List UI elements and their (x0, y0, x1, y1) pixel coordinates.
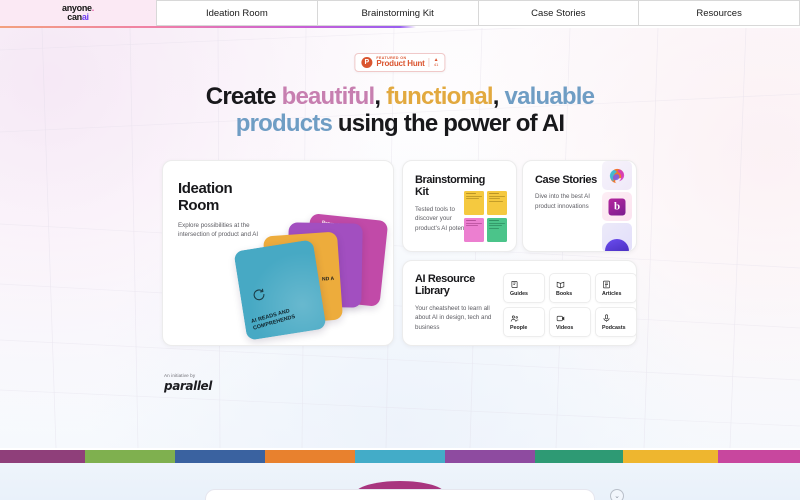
color-band-segment-0 (0, 450, 85, 463)
stack-card-teal: AI READS AND COMPREHENDS (233, 239, 327, 341)
nav-ideation-room[interactable]: Ideation Room (157, 0, 318, 26)
resource-label-books: Books (556, 290, 573, 297)
attribution: An initiative by parallel (164, 373, 212, 393)
card-ai-resource-library[interactable]: AI Resource Library Your cheatsheet to l… (402, 260, 637, 346)
color-band-segment-8 (718, 450, 800, 463)
logo-wordmark: anyone. canai (62, 4, 94, 22)
attribution-prefix: An initiative by (164, 373, 196, 378)
case-stories-title: Case Stories (535, 174, 597, 186)
resource-label-articles: Articles (602, 290, 622, 297)
case-stories-text-block: Case Stories Dive into the best AI produ… (535, 174, 599, 212)
microphone-icon (603, 313, 610, 322)
ideation-card-stack: Prompt ND A AI READS AND COMPREHENDS (232, 201, 393, 345)
resource-tile-podcasts[interactable]: Podcasts (595, 307, 636, 337)
resource-tile-guides[interactable]: Guides (503, 273, 545, 303)
next-section-panel (205, 489, 595, 500)
color-band-segment-3 (265, 450, 355, 463)
product-hunt-icon: P (361, 57, 373, 68)
upvote-count: 41 (433, 62, 439, 68)
stack-label-right: ND A (321, 275, 335, 283)
card-brainstorming-kit[interactable]: Brainstorming Kit Tested tools to discov… (402, 160, 517, 252)
hero-text-rest: using the power of AI (332, 109, 565, 137)
card-case-stories[interactable]: Case Stories Dive into the best AI produ… (522, 160, 637, 252)
brand-logo[interactable]: anyone. canai (0, 0, 156, 26)
color-band-segment-5 (445, 450, 535, 463)
logo-dot: . (91, 3, 95, 13)
resource-text-block: AI Resource Library Your cheatsheet to l… (415, 273, 495, 332)
product-hunt-upvote[interactable]: ▲ 41 (428, 57, 439, 68)
article-document-icon (603, 280, 610, 288)
sticky-notes-art (464, 191, 508, 243)
hero-line-1: Create beautiful, functional, valuable (205, 83, 595, 110)
resource-tile-people[interactable]: People (503, 307, 545, 337)
sticky-note-pink (464, 218, 484, 242)
color-band-segment-6 (535, 450, 623, 463)
scroll-down-icon[interactable]: ⌄ (610, 489, 624, 500)
site-header: anyone. canai Ideation Room Brainstormin… (0, 0, 800, 26)
nav-case-stories[interactable]: Case Stories (478, 0, 640, 26)
nav-resources[interactable]: Resources (639, 0, 800, 26)
color-band-segment-1 (85, 450, 175, 463)
resource-label-people: People (510, 324, 528, 331)
resource-label-videos: Videos (556, 324, 574, 331)
resource-title: AI Resource Library (415, 273, 475, 298)
color-band-segment-7 (623, 450, 718, 463)
sticky-note-yellow-1 (464, 191, 484, 215)
sticky-note-green (487, 218, 507, 242)
case-tile-purple-app (602, 223, 632, 251)
resource-description: Your cheatsheet to learn all about AI in… (415, 304, 492, 331)
primary-nav: Ideation Room Brainstorming Kit Case Sto… (156, 0, 800, 26)
product-hunt-label: Product Hunt (376, 59, 425, 69)
page-title: Create beautiful, functional, valuable p… (0, 83, 800, 138)
card-ideation-room[interactable]: Ideation Room Explore possibilities at t… (162, 160, 394, 346)
logo-text-can: can (67, 12, 82, 22)
hero-line-2: products using the power of AI (235, 109, 565, 137)
resource-tile-books[interactable]: Books (549, 273, 591, 303)
logo-text-ai: ai (81, 12, 89, 22)
case-tile-bing: b (602, 192, 632, 221)
case-tile-copilot (602, 161, 632, 190)
resource-tile-videos[interactable]: Videos (549, 307, 591, 337)
color-band (0, 450, 800, 463)
open-book-icon (556, 281, 565, 288)
hero-word-create: Create (205, 83, 282, 110)
refresh-cycle-icon (253, 288, 265, 301)
logo-line-two: canai (62, 13, 94, 22)
resource-label-podcasts: Podcasts (602, 324, 626, 331)
bing-icon: b (608, 198, 626, 215)
attribution-brand-logo[interactable]: parallel (164, 379, 212, 393)
case-stories-logos: b (600, 161, 636, 251)
resource-label-guides: Guides (510, 290, 528, 297)
hero-comma-1: , (374, 83, 387, 110)
sticky-note-yellow-2 (487, 191, 507, 215)
header-gradient-rule (0, 26, 800, 28)
color-band-segment-2 (175, 450, 265, 463)
resource-tile-articles[interactable]: Articles (595, 273, 636, 303)
case-stories-description: Dive into the best AI product innovation… (535, 193, 591, 210)
video-play-icon (556, 315, 565, 321)
hero-word-products: products (235, 109, 333, 137)
next-section-preview (0, 463, 800, 500)
product-hunt-texts: FEATURED ON Product Hunt (376, 56, 425, 69)
resource-tiles: Guides Books Articles People Videos Podc… (503, 273, 636, 337)
nav-brainstorming-kit[interactable]: Brainstorming Kit (317, 0, 479, 26)
product-hunt-badge[interactable]: P FEATURED ON Product Hunt ▲ 41 (354, 53, 446, 72)
hero-word-functional: functional (386, 83, 493, 110)
people-group-icon (510, 315, 519, 322)
guide-book-icon (511, 280, 518, 288)
hero-word-valuable: valuable (504, 83, 595, 110)
purple-app-icon (605, 239, 629, 251)
hero-word-beautiful: beautiful (281, 83, 376, 110)
copilot-icon (609, 168, 625, 183)
color-band-segment-4 (355, 450, 445, 463)
stack-label-teal: AI READS AND COMPREHENDS (250, 308, 297, 333)
hero-comma-2: , (492, 83, 505, 110)
landing-page: anyone. canai Ideation Room Brainstormin… (0, 0, 800, 500)
